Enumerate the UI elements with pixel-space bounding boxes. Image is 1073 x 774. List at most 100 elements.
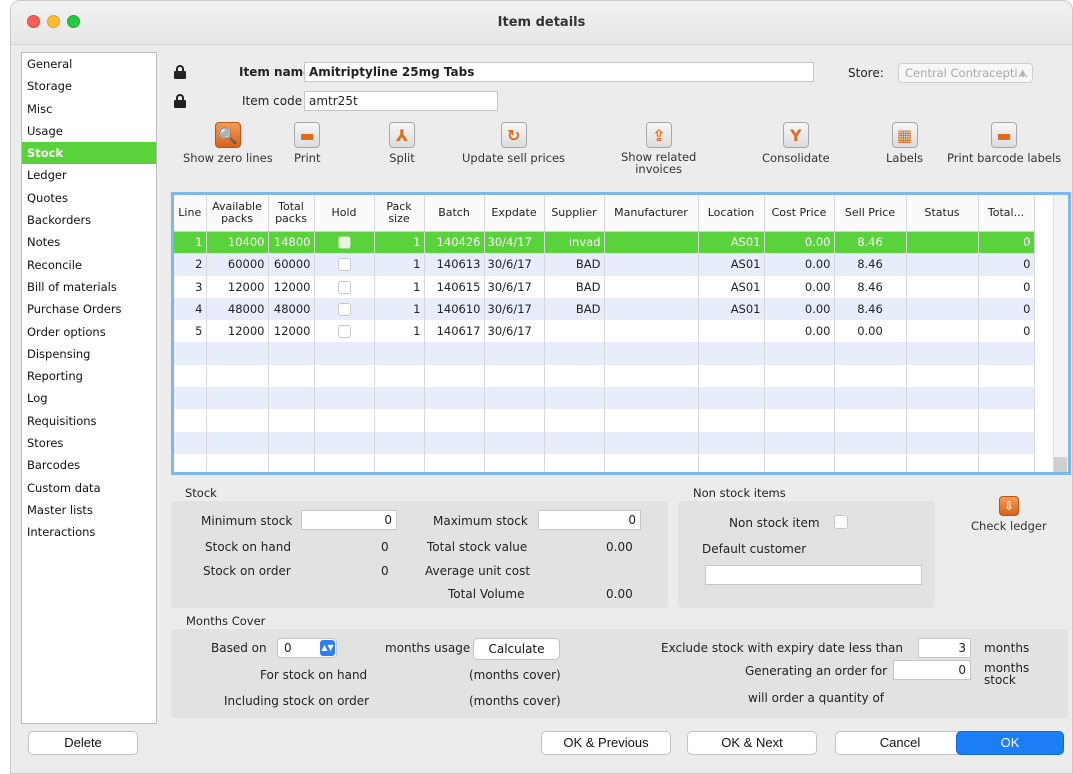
split-button[interactable]: ⅄ Split bbox=[389, 122, 415, 165]
ok-next-button[interactable]: OK & Next bbox=[687, 731, 817, 755]
stock-lines-table[interactable]: Line Available packs Total packs Hold Pack s… bbox=[171, 192, 1071, 475]
sidebar-item-storage[interactable]: Storage bbox=[22, 75, 156, 97]
table-row[interactable] bbox=[174, 364, 1035, 388]
table-row[interactable] bbox=[174, 342, 1035, 365]
sidebar-item-log[interactable]: Log bbox=[22, 387, 156, 409]
sidebar-item-requisitions[interactable]: Requisitions bbox=[22, 410, 156, 432]
table-row[interactable]: 4 48000 48000 1 140610 30/6/17 BAD AS01 0.00 8.46… bbox=[174, 297, 1035, 321]
sidebar-item-ledger[interactable]: Ledger bbox=[22, 164, 156, 186]
sidebar-item-usage[interactable]: Usage bbox=[22, 120, 156, 142]
column-header[interactable]: Manufacturer bbox=[604, 195, 699, 232]
stepper-arrows-icon[interactable]: ▲▼ bbox=[320, 640, 335, 656]
export-icon: ⇪ bbox=[651, 126, 666, 145]
hold-checkbox[interactable] bbox=[337, 280, 351, 294]
default-customer-field[interactable] bbox=[705, 565, 922, 585]
table-row[interactable] bbox=[174, 387, 1035, 410]
table-cell-total: 60000 bbox=[268, 253, 315, 276]
maximum-stock-field[interactable]: 0 bbox=[538, 510, 641, 530]
sidebar-item-master-lists[interactable]: Master lists bbox=[22, 499, 156, 521]
calculate-button[interactable]: Calculate bbox=[473, 638, 560, 660]
table-row[interactable] bbox=[174, 409, 1035, 432]
sidebar-item-reconcile[interactable]: Reconcile bbox=[22, 254, 156, 276]
merge-icon: Y bbox=[790, 126, 802, 145]
update-sell-prices-button[interactable]: ↻ Update sell prices bbox=[462, 122, 565, 165]
column-header[interactable]: Supplier bbox=[544, 195, 605, 232]
table-cell-manufacturer bbox=[604, 409, 699, 432]
column-header[interactable]: Cost Price bbox=[764, 195, 835, 232]
item-code-field[interactable]: amtr25t bbox=[304, 91, 498, 111]
sidebar-item-general[interactable]: General bbox=[22, 53, 156, 75]
table-cell-available bbox=[206, 453, 269, 472]
sidebar-item-interactions[interactable]: Interactions bbox=[22, 521, 156, 543]
table-cell-expdate: 30/4/17 bbox=[484, 231, 545, 254]
column-header[interactable]: Expdate bbox=[484, 195, 545, 232]
based-on-stepper[interactable]: 0 ▲▼ bbox=[277, 638, 337, 658]
table-scrollbar[interactable] bbox=[1053, 195, 1068, 472]
column-header[interactable]: Status bbox=[906, 195, 979, 232]
sidebar-item-misc[interactable]: Misc bbox=[22, 98, 156, 120]
sidebar-item-quotes[interactable]: Quotes bbox=[22, 187, 156, 209]
column-header[interactable]: Pack size bbox=[374, 195, 425, 232]
table-cell-available bbox=[206, 364, 269, 388]
table-cell-sell: 8.46 bbox=[834, 231, 907, 254]
table-cell-batch: 140617 bbox=[424, 320, 485, 343]
hold-checkbox[interactable] bbox=[337, 258, 351, 272]
column-header[interactable]: Sell Price bbox=[834, 195, 907, 232]
show-zero-lines-button[interactable]: 🔍 Show zero lines bbox=[183, 122, 273, 165]
sidebar-item-notes[interactable]: Notes bbox=[22, 231, 156, 253]
table-cell-sell: 8.46 bbox=[834, 275, 907, 298]
sidebar-item-bill-of-materials[interactable]: Bill of materials bbox=[22, 276, 156, 298]
ok-previous-button[interactable]: OK & Previous bbox=[541, 731, 671, 755]
table-row[interactable] bbox=[174, 431, 1035, 454]
generating-order-field[interactable]: 0 bbox=[893, 660, 971, 680]
column-header[interactable]: Hold bbox=[314, 195, 375, 232]
table-row[interactable]: 3 12000 12000 1 140615 30/6/17 BAD AS01 0.00 8.46… bbox=[174, 275, 1035, 298]
magnifier-icon: 🔍 bbox=[217, 126, 238, 145]
non-stock-item-checkbox[interactable] bbox=[834, 515, 848, 529]
cancel-button[interactable]: Cancel bbox=[835, 731, 965, 755]
ok-button[interactable]: OK bbox=[956, 731, 1064, 755]
hold-checkbox[interactable] bbox=[337, 303, 351, 317]
table-cell-cost bbox=[764, 342, 835, 365]
total-volume-value: 0.00 bbox=[606, 587, 633, 601]
sidebar-item-reporting[interactable]: Reporting bbox=[22, 365, 156, 387]
exclude-expiry-field[interactable]: 3 bbox=[918, 638, 971, 658]
table-row[interactable] bbox=[174, 453, 1035, 472]
sidebar-item-backorders[interactable]: Backorders bbox=[22, 209, 156, 231]
show-related-invoices-button[interactable]: ⇪ Show related invoices bbox=[621, 122, 696, 175]
hold-checkbox[interactable] bbox=[337, 325, 351, 339]
sidebar-item-custom-data[interactable]: Custom data bbox=[22, 477, 156, 499]
table-cell-cost: 0.00 bbox=[764, 275, 835, 298]
labels-button[interactable]: ▦ Labels bbox=[886, 122, 923, 165]
column-header[interactable]: Location bbox=[698, 195, 765, 232]
table-cell-location bbox=[698, 342, 765, 365]
sidebar-item-barcodes[interactable]: Barcodes bbox=[22, 454, 156, 476]
item-name-field[interactable]: Amitriptyline 25mg Tabs bbox=[304, 62, 814, 82]
sidebar-item-order-options[interactable]: Order options bbox=[22, 321, 156, 343]
sidebar-item-purchase-orders[interactable]: Purchase Orders bbox=[22, 298, 156, 320]
check-ledger-button[interactable]: ⇩ Check ledger bbox=[971, 496, 1047, 533]
column-header[interactable]: Line bbox=[174, 195, 207, 232]
consolidate-button[interactable]: Y Consolidate bbox=[762, 122, 830, 165]
table-cell-hold bbox=[314, 409, 375, 432]
sidebar-item-stock[interactable]: Stock bbox=[22, 142, 156, 165]
column-header[interactable]: Batch bbox=[424, 195, 485, 232]
table-row[interactable]: 1 10400 14800 1 140426 30/4/17 invad AS01 0.00 8.… bbox=[174, 231, 1035, 254]
sidebar-item-dispensing[interactable]: Dispensing bbox=[22, 343, 156, 365]
table-cell-hold bbox=[314, 253, 375, 276]
column-header[interactable]: Total packs bbox=[268, 195, 315, 232]
delete-button[interactable]: Delete bbox=[28, 731, 138, 755]
table-cell-total bbox=[268, 342, 315, 365]
table-row[interactable]: 2 60000 60000 1 140613 30/6/17 BAD AS01 0.00 8.46… bbox=[174, 253, 1035, 276]
column-header[interactable]: Available packs bbox=[206, 195, 269, 232]
hold-checkbox[interactable] bbox=[337, 236, 351, 250]
column-header[interactable]: Total... bbox=[978, 195, 1035, 232]
table-row[interactable]: 5 12000 12000 1 140617 30/6/17 0.00 0.00 0 bbox=[174, 320, 1035, 343]
minimum-stock-field[interactable]: 0 bbox=[301, 510, 397, 530]
print-barcode-labels-button[interactable]: ▬ Print barcode labels bbox=[947, 122, 1061, 165]
sidebar-item-stores[interactable]: Stores bbox=[22, 432, 156, 454]
store-select[interactable]: Central Contracepti... ▲▼ bbox=[898, 63, 1033, 83]
table-cell-manufacturer bbox=[604, 297, 699, 321]
print-button[interactable]: ▬ Print bbox=[294, 122, 320, 165]
total-volume-label: Total Volume bbox=[448, 587, 525, 601]
